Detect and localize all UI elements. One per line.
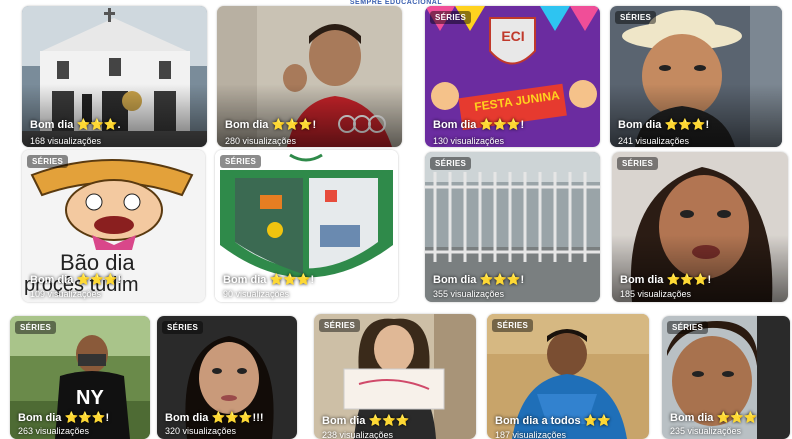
video-card-9[interactable]: NY SÉRIES Bom dia ⭐⭐⭐! 263 visualizações: [10, 316, 150, 439]
video-title: Bom dia ⭐⭐⭐: [322, 415, 410, 427]
video-title: Bom dia ⭐⭐⭐.: [30, 119, 121, 131]
svg-text:NY: NY: [76, 387, 104, 409]
series-badge: SÉRIES: [27, 155, 69, 168]
view-count: 90 visualizações: [223, 289, 290, 299]
view-count: 187 visualizações: [495, 430, 567, 439]
view-count: 235 visualizações: [670, 426, 742, 436]
view-count: 168 visualizações: [30, 136, 102, 146]
video-card-6[interactable]: SÉRIES Bom dia ⭐⭐⭐! 90 visualizações: [215, 150, 398, 302]
video-card-2[interactable]: Bom dia ⭐⭐⭐! 280 visualizações: [217, 6, 402, 147]
video-card-7[interactable]: SÉRIES Bom dia ⭐⭐⭐! 355 visualizações: [425, 152, 600, 302]
video-card-12[interactable]: SÉRIES Bom dia a todos ⭐⭐ 187 visualizaç…: [487, 314, 649, 439]
view-count: 320 visualizações: [165, 426, 237, 436]
video-title: Bom dia ⭐⭐⭐!: [433, 274, 525, 286]
view-count: 263 visualizações: [18, 426, 90, 436]
video-title: Bom dia a todos ⭐⭐: [495, 415, 612, 427]
video-card-3[interactable]: ECI FESTA JUNINA SÉRIES Bom dia ⭐⭐⭐! 130…: [425, 6, 600, 147]
video-card-13[interactable]: SÉRIES Bom dia ⭐⭐⭐ 235 visualizações: [662, 316, 790, 439]
series-badge: SÉRIES: [162, 321, 204, 334]
video-card-11[interactable]: SÉRIES Bom dia ⭐⭐⭐ 238 visualizações: [314, 314, 476, 439]
series-badge: SÉRIES: [220, 155, 262, 168]
school-logo-text: ECI: [501, 28, 525, 44]
series-badge: SÉRIES: [492, 319, 534, 332]
video-title: Bom dia ⭐⭐⭐!: [620, 274, 712, 286]
video-title: Bom dia ⭐⭐⭐: [670, 412, 758, 424]
view-count: 238 visualizações: [322, 430, 394, 439]
video-card-1[interactable]: Bom dia ⭐⭐⭐. 168 visualizações: [22, 6, 207, 147]
series-badge: SÉRIES: [319, 319, 361, 332]
view-count: 109 visualizações: [30, 289, 102, 299]
video-title: Bom dia ⭐⭐⭐!: [225, 119, 317, 131]
view-count: 355 visualizações: [433, 289, 505, 299]
video-title: Bom dia ⭐⭐⭐!: [618, 119, 710, 131]
video-card-10[interactable]: SÉRIES Bom dia ⭐⭐⭐!!! 320 visualizações: [157, 316, 297, 439]
series-badge: SÉRIES: [430, 157, 472, 170]
series-badge: SÉRIES: [615, 11, 657, 24]
video-card-8[interactable]: SÉRIES Bom dia ⭐⭐⭐! 185 visualizações: [612, 152, 788, 302]
video-title: Bom dia ⭐⭐⭐!: [30, 274, 122, 286]
video-title: Bom dia ⭐⭐⭐!: [18, 412, 110, 424]
video-title: Bom dia ⭐⭐⭐!: [223, 274, 315, 286]
series-badge: SÉRIES: [667, 321, 709, 334]
video-title: Bom dia ⭐⭐⭐!!!: [165, 412, 264, 424]
view-count: 130 visualizações: [433, 136, 505, 146]
view-count: 241 visualizações: [618, 136, 690, 146]
video-title: Bom dia ⭐⭐⭐!: [433, 119, 525, 131]
video-card-4[interactable]: SÉRIES Bom dia ⭐⭐⭐! 241 visualizações: [610, 6, 782, 147]
series-badge: SÉRIES: [15, 321, 57, 334]
view-count: 280 visualizações: [225, 136, 297, 146]
video-card-5[interactable]: Bão dia proçês tudim SÉRIES Bom dia ⭐⭐⭐!…: [22, 150, 205, 302]
view-count: 185 visualizações: [620, 289, 692, 299]
series-badge: SÉRIES: [617, 157, 659, 170]
series-badge: SÉRIES: [430, 11, 472, 24]
